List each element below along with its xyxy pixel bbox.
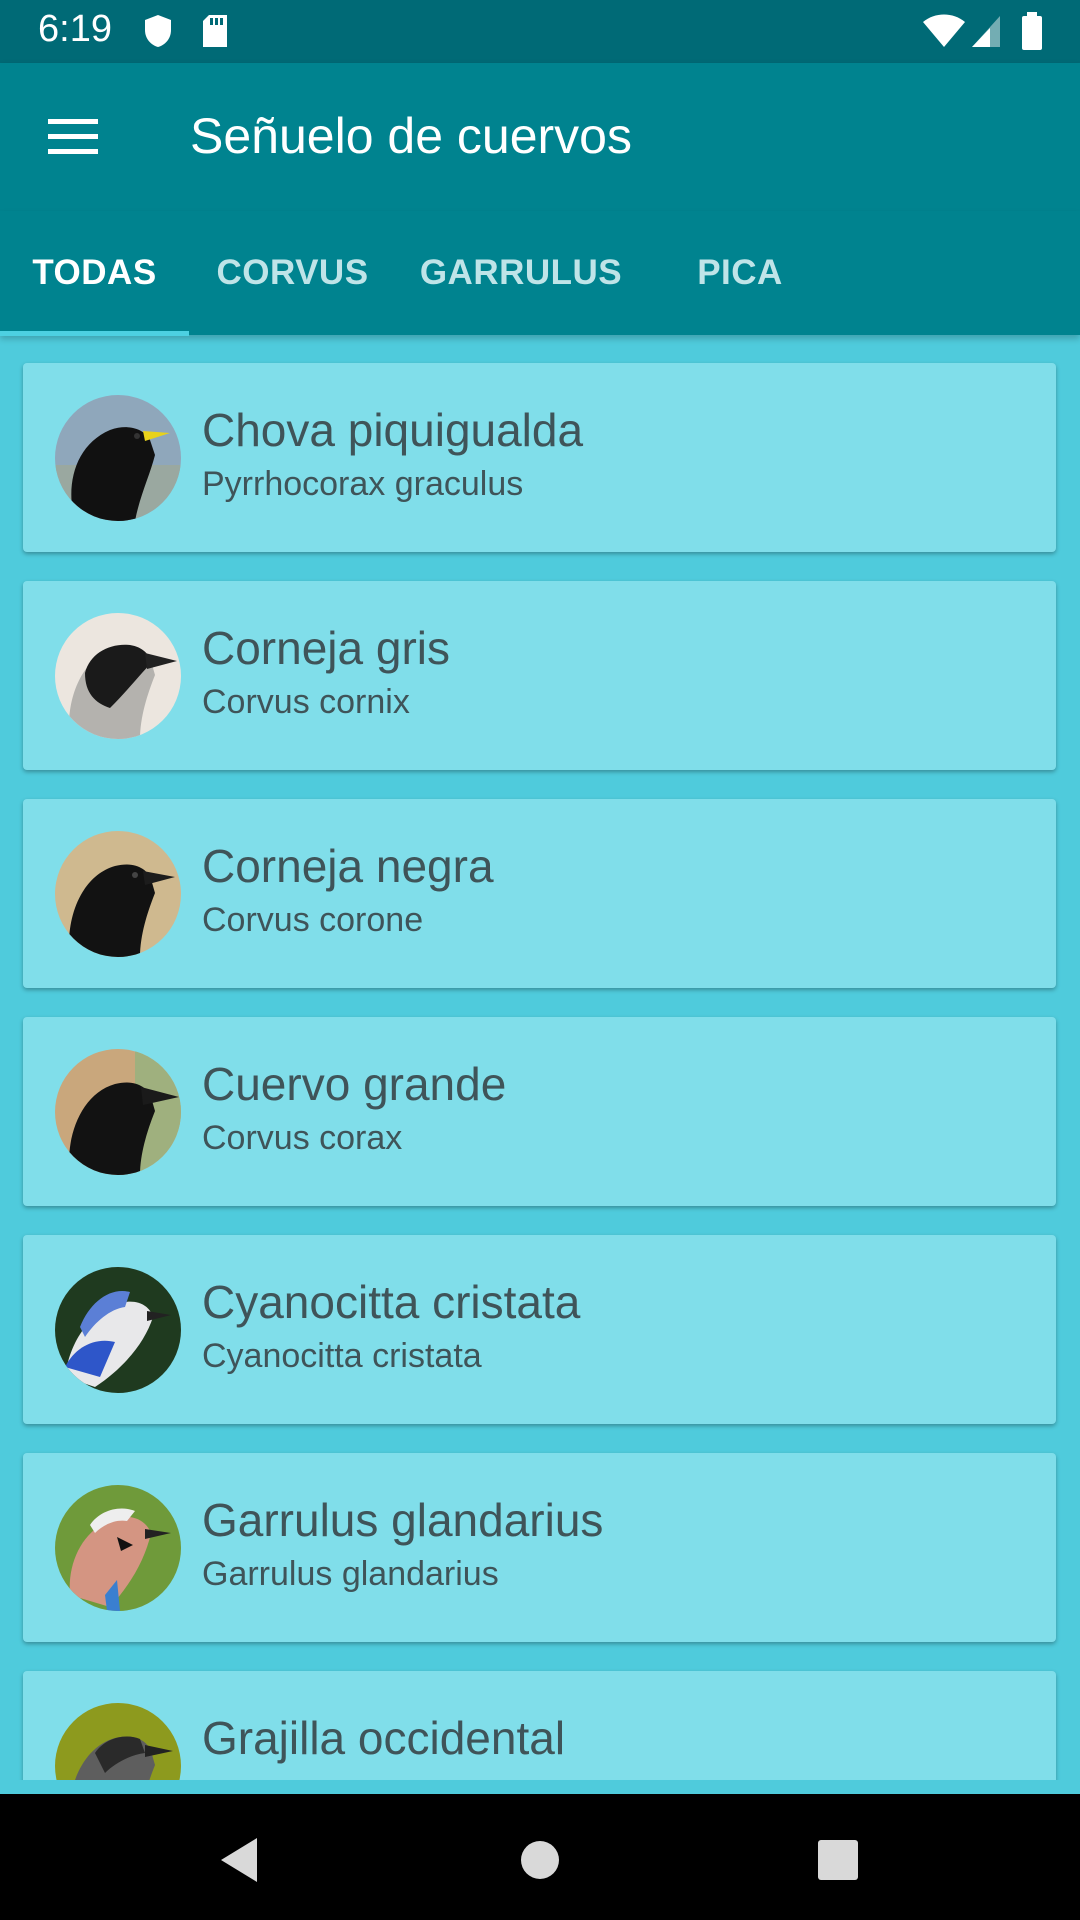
- bird-scientific-name: Corvus corone: [202, 901, 424, 939]
- bird-name: Grajilla occidental: [202, 1712, 566, 1764]
- bird-card-grajilla-occidental[interactable]: Grajilla occidental: [23, 1671, 1056, 1780]
- bird-name: Cuervo grande: [202, 1058, 507, 1110]
- menu-icon: [48, 119, 98, 154]
- bird-scientific-name: Pyrrhocorax graculus: [202, 465, 524, 503]
- home-icon: [521, 1841, 559, 1879]
- bird-avatar: [55, 613, 181, 739]
- system-navigation-bar: [0, 1794, 1080, 1920]
- tab-pica[interactable]: PICA: [646, 211, 834, 335]
- menu-button[interactable]: [48, 117, 98, 157]
- sd-card-icon: [203, 15, 227, 47]
- tab-garrulus[interactable]: GARRULUS: [396, 211, 646, 335]
- bird-scientific-name: Corvus corax: [202, 1119, 403, 1157]
- tab-todas[interactable]: TODAS: [0, 211, 189, 335]
- status-bar: 6:19: [0, 0, 1080, 63]
- bird-card-cuervo-grande[interactable]: Cuervo grande Corvus corax: [23, 1017, 1056, 1206]
- bird-avatar: [55, 1485, 181, 1611]
- home-button[interactable]: [505, 1824, 575, 1894]
- bird-avatar: [55, 831, 181, 957]
- battery-icon: [1022, 12, 1042, 50]
- bird-name: Cyanocitta cristata: [202, 1276, 581, 1328]
- status-time: 6:19: [38, 8, 112, 50]
- bird-avatar: [55, 1703, 181, 1780]
- bird-scientific-name: Corvus cornix: [202, 683, 410, 721]
- tab-bar: TODAS CORVUS GARRULUS PICA: [0, 211, 1080, 336]
- bird-card-corneja-negra[interactable]: Corneja negra Corvus corone: [23, 799, 1056, 988]
- wifi-icon: [923, 14, 965, 47]
- bird-card-chova-piquigualda[interactable]: Chova piquigualda Pyrrhocorax graculus: [23, 363, 1056, 552]
- bird-avatar: [55, 395, 181, 521]
- bird-card-corneja-gris[interactable]: Corneja gris Corvus cornix: [23, 581, 1056, 770]
- cell-signal-icon: [972, 16, 1000, 47]
- bird-name: Corneja negra: [202, 840, 494, 892]
- bird-list[interactable]: Chova piquigualda Pyrrhocorax graculus C…: [0, 335, 1080, 1780]
- tab-corvus[interactable]: CORVUS: [189, 211, 396, 335]
- bird-name: Garrulus glandarius: [202, 1494, 604, 1546]
- recents-button[interactable]: [803, 1824, 873, 1894]
- bird-scientific-name: Garrulus glandarius: [202, 1555, 499, 1593]
- bird-avatar: [55, 1049, 181, 1175]
- bird-name: Corneja gris: [202, 622, 450, 674]
- bird-card-cyanocitta-cristata[interactable]: Cyanocitta cristata Cyanocitta cristata: [23, 1235, 1056, 1424]
- app-bar: Señuelo de cuervos: [0, 63, 1080, 211]
- bird-scientific-name: Cyanocitta cristata: [202, 1337, 482, 1375]
- bird-name: Chova piquigualda: [202, 404, 584, 456]
- app-title: Señuelo de cuervos: [190, 108, 632, 164]
- bird-avatar: [55, 1267, 181, 1393]
- back-icon: [221, 1838, 257, 1882]
- shield-icon: [145, 15, 171, 47]
- recents-icon: [818, 1840, 858, 1880]
- back-button[interactable]: [205, 1824, 275, 1894]
- bird-card-garrulus-glandarius[interactable]: Garrulus glandarius Garrulus glandarius: [23, 1453, 1056, 1642]
